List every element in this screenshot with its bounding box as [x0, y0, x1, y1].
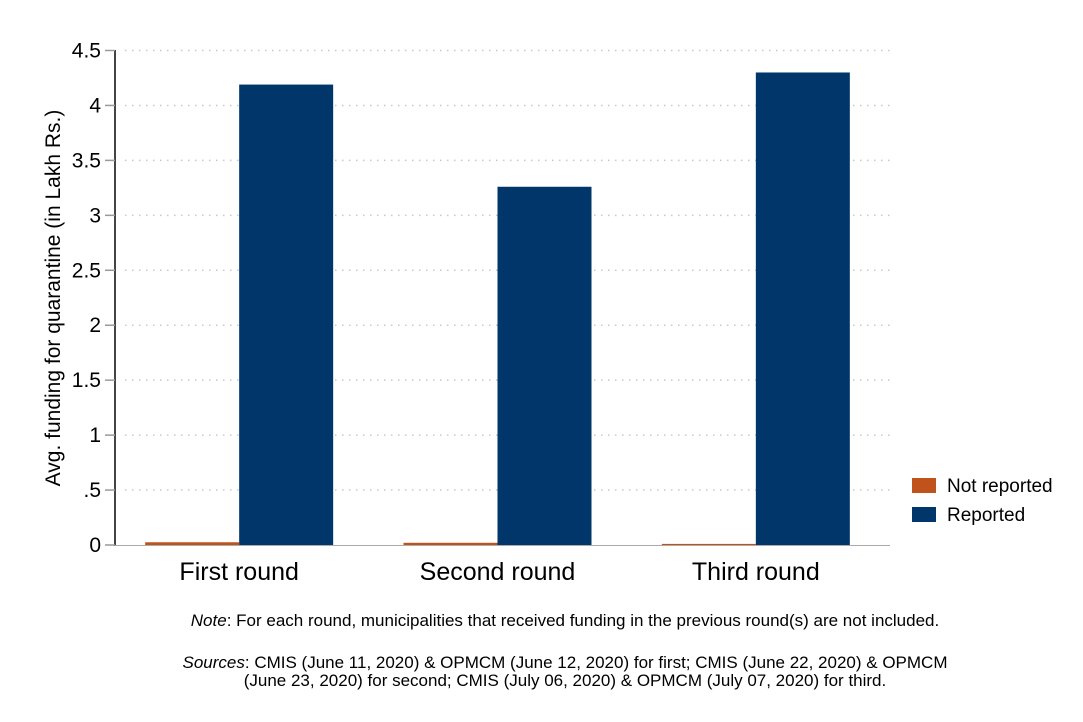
legend-label: Not reported — [947, 476, 1053, 497]
x-tick-label: Second round — [420, 558, 576, 586]
bar-chart: 0 .5 1 1.5 2 2.5 3 3.5 4 4.5 First round Second ro… — [42, 40, 1053, 587]
bar-not-reported — [661, 543, 756, 545]
bars — [145, 72, 850, 546]
y-axis-label: Avg. funding for quarantine (in Lakh Rs.… — [42, 110, 65, 487]
bar-not-reported — [145, 542, 240, 545]
x-tick-labels: First round Second round Third round — [179, 558, 819, 586]
y-tick-label: 1 — [89, 424, 101, 447]
x-tick-label: First round — [179, 558, 298, 586]
x-tick-label: Third round — [692, 558, 820, 586]
y-tick-label: 0 — [89, 534, 101, 557]
y-tick-label: 4.5 — [72, 40, 101, 63]
y-ticks: 0 .5 1 1.5 2 2.5 3 3.5 4 4.5 — [72, 40, 115, 557]
y-tick-label: 2.5 — [72, 259, 101, 282]
note-text: Note: For each round, municipalities tha… — [0, 612, 1083, 630]
sources-line-2: (June 23, 2020) for second; CMIS (July 0… — [243, 671, 887, 690]
y-tick-label: .5 — [83, 479, 101, 502]
y-tick-label: 4 — [89, 94, 101, 117]
bar-reported — [239, 84, 334, 545]
legend-swatch — [912, 507, 936, 522]
legend-label: Reported — [947, 505, 1025, 526]
y-tick-label: 3.5 — [72, 149, 101, 172]
sources-line-1: : CMIS (June 11, 2020) & OPMCM (June 12,… — [244, 653, 948, 672]
y-tick-label: 3 — [89, 204, 101, 227]
bar-not-reported — [403, 542, 498, 545]
note-label: Note — [190, 611, 227, 630]
legend: Not reported Reported — [912, 476, 1053, 526]
bar-reported — [497, 186, 592, 546]
y-tick-label: 1.5 — [72, 369, 101, 392]
legend-swatch — [912, 478, 936, 493]
y-tick-label: 2 — [89, 314, 101, 337]
sources-label: Sources — [182, 653, 245, 672]
bar-reported — [755, 72, 850, 545]
note-body: : For each round, municipalities that re… — [226, 611, 940, 630]
sources-text: Sources: CMIS (June 11, 2020) & OPMCM (J… — [0, 654, 1083, 690]
